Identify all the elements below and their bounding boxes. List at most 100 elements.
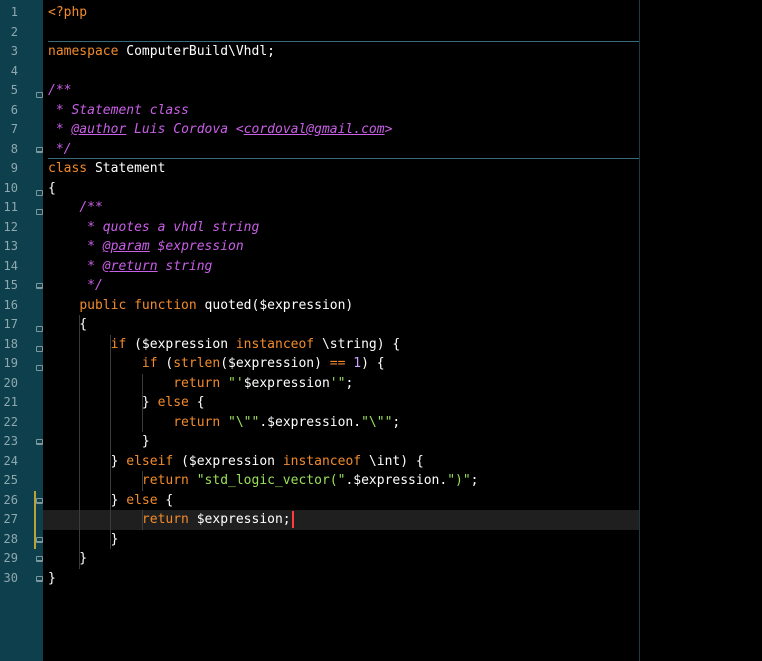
line-number: 6 bbox=[10, 102, 18, 117]
line-number: 8 bbox=[10, 141, 18, 156]
line-number: 30 bbox=[3, 570, 18, 585]
code-line: */ bbox=[48, 276, 103, 296]
code-editor[interactable]: 1 2 3 4 5 6 7 8 9 10 11 12 13 14 15 16 17 18 19 20 21 22 23 24 2… bbox=[0, 0, 762, 661]
code-token: .$expression. bbox=[259, 414, 362, 430]
code-line: } bbox=[48, 549, 87, 569]
code-token: \int) { bbox=[361, 453, 424, 469]
line-number: 16 bbox=[3, 297, 18, 312]
code-token: } bbox=[48, 453, 127, 469]
code-token: namespace bbox=[48, 44, 119, 59]
code-token: quoted($expression) bbox=[196, 297, 354, 313]
code-token: "\"" bbox=[361, 414, 393, 430]
line-number: 13 bbox=[3, 239, 18, 253]
code-token: * bbox=[48, 122, 72, 137]
fold-end-icon[interactable] bbox=[36, 497, 43, 504]
line-number: 11 bbox=[3, 200, 18, 214]
fold-collapse-icon[interactable] bbox=[36, 365, 43, 371]
code-token: <?php bbox=[48, 5, 88, 20]
code-line: return "\"".$expression."\""; bbox=[48, 413, 400, 433]
code-token: } bbox=[48, 434, 150, 449]
line-number: 26 bbox=[3, 492, 18, 507]
code-token: return bbox=[173, 375, 221, 391]
line-number: 5 bbox=[10, 83, 18, 97]
line-number: 12 bbox=[3, 219, 18, 234]
line-number: 17 bbox=[3, 317, 18, 331]
code-token: $expression bbox=[149, 239, 244, 254]
code-token: $expression bbox=[243, 375, 330, 391]
code-line: * @return string bbox=[48, 257, 212, 277]
code-token: /** bbox=[48, 83, 72, 98]
code-token: strlen bbox=[173, 356, 221, 371]
code-token: return bbox=[173, 414, 221, 430]
code-token: { bbox=[48, 180, 56, 196]
code-token: * quotes a vhdl string bbox=[48, 219, 260, 235]
fold-collapse-icon[interactable] bbox=[36, 345, 43, 352]
code-line: * Statement class bbox=[48, 101, 189, 121]
line-number: 25 bbox=[3, 473, 18, 487]
code-token: ($expression bbox=[126, 336, 236, 352]
code-text-area[interactable]: <?php namespace ComputerBuild\Vhdl; /** * … bbox=[43, 0, 762, 661]
fold-end-icon[interactable] bbox=[36, 146, 43, 153]
fold-collapse-icon[interactable] bbox=[36, 326, 43, 332]
code-token: ; bbox=[392, 414, 401, 430]
code-token: ")" bbox=[447, 473, 471, 488]
line-number: 29 bbox=[3, 551, 18, 565]
code-token: "\"" bbox=[228, 414, 260, 430]
line-number: 24 bbox=[3, 453, 18, 468]
code-line: } bbox=[48, 432, 150, 452]
code-line: } bbox=[48, 569, 56, 589]
code-token: instanceof bbox=[282, 453, 362, 469]
fold-end-icon[interactable] bbox=[36, 439, 43, 445]
code-token: * bbox=[48, 239, 103, 254]
code-token: ; bbox=[470, 473, 479, 488]
code-token: { bbox=[157, 492, 174, 508]
code-token: */ bbox=[48, 141, 72, 157]
line-number: 21 bbox=[3, 395, 18, 409]
fold-end-icon[interactable] bbox=[36, 536, 43, 543]
code-token: == bbox=[329, 356, 346, 371]
line-number: 9 bbox=[10, 161, 18, 175]
code-line: { bbox=[48, 315, 87, 335]
line-number: 18 bbox=[3, 336, 18, 351]
code-line: return "std_logic_vector(".$expression."… bbox=[48, 471, 479, 491]
code-line: if (strlen($expression) == 1) { bbox=[48, 354, 385, 374]
code-token: else bbox=[157, 395, 189, 410]
fold-end-icon[interactable] bbox=[36, 283, 43, 289]
line-number-gutter[interactable]: 1 2 3 4 5 6 7 8 9 10 11 12 13 14 15 16 17 18 19 20 21 22 23 24 2… bbox=[0, 0, 43, 661]
code-line: * @param $expression bbox=[48, 237, 244, 257]
code-token: { bbox=[188, 395, 205, 410]
code-token: * Statement class bbox=[48, 102, 189, 118]
code-token: } bbox=[48, 531, 119, 547]
code-line: public function quoted($expression) bbox=[48, 296, 353, 316]
code-token: "' bbox=[228, 375, 244, 391]
code-line: namespace ComputerBuild\Vhdl; bbox=[48, 42, 275, 62]
line-number: 20 bbox=[3, 375, 18, 390]
code-token: if bbox=[110, 336, 127, 352]
vcs-change-marker bbox=[34, 490, 36, 549]
code-token: Statement bbox=[87, 161, 166, 176]
code-line: <?php bbox=[48, 3, 87, 23]
code-line: * @author Luis Cordova <cordoval@gmail.c… bbox=[48, 120, 393, 140]
code-token: * bbox=[48, 258, 103, 274]
fold-end-icon[interactable] bbox=[36, 556, 43, 562]
code-line: } else { bbox=[48, 491, 174, 511]
code-line: if ($expression instanceof \string) { bbox=[48, 335, 401, 355]
line-number: 19 bbox=[3, 356, 18, 370]
code-token: Luis Cordova < bbox=[126, 122, 244, 137]
code-token: cordoval@gmail.com bbox=[243, 122, 385, 137]
fold-end-icon[interactable] bbox=[36, 575, 43, 582]
fold-collapse-icon[interactable] bbox=[36, 189, 43, 196]
code-token: if bbox=[141, 356, 158, 371]
fold-collapse-icon[interactable] bbox=[36, 209, 43, 215]
code-token: ; bbox=[345, 375, 354, 391]
fold-collapse-icon[interactable] bbox=[36, 92, 43, 98]
code-token: .$expression. bbox=[345, 473, 448, 488]
code-line: } else { bbox=[48, 393, 205, 413]
